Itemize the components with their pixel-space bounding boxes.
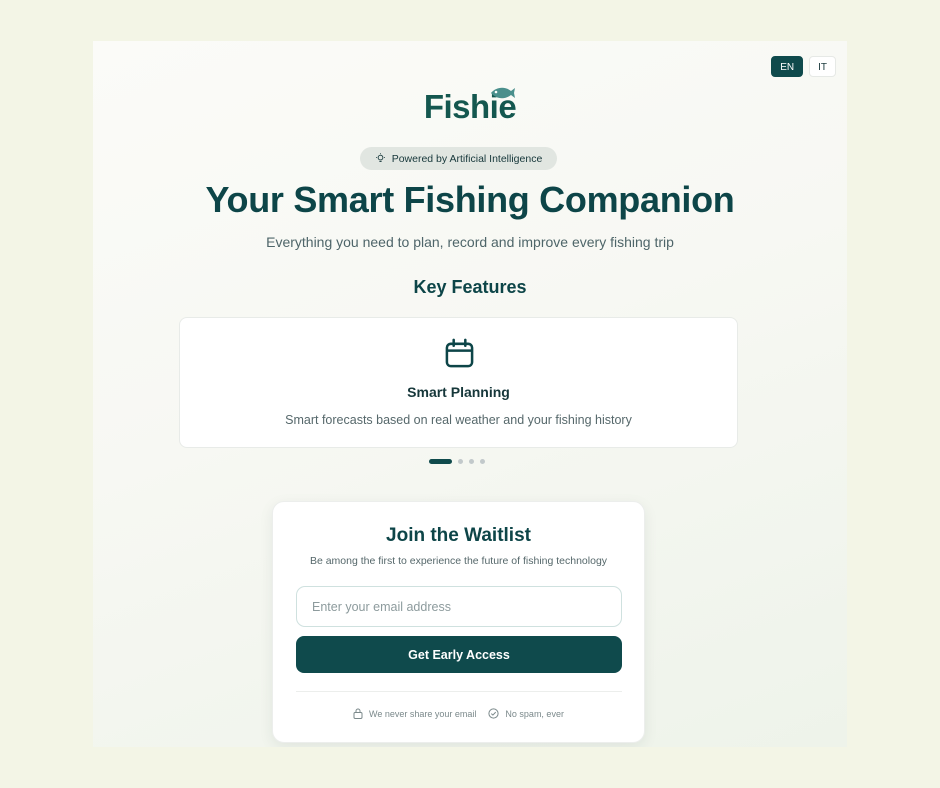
carousel-dot[interactable] xyxy=(469,459,474,464)
check-circle-icon xyxy=(488,708,500,719)
feature-title: Smart Planning xyxy=(407,384,510,400)
waitlist-notes: We never share your email No spam, ever xyxy=(273,708,644,719)
no-spam-note-text: No spam, ever xyxy=(505,708,564,719)
privacy-note: We never share your email xyxy=(353,708,476,719)
logo-text: Fishie xyxy=(423,87,517,125)
feature-card: Smart Planning Smart forecasts based on … xyxy=(179,317,738,448)
language-it-button[interactable]: IT xyxy=(809,56,836,77)
page-headline: Your Smart Fishing Companion xyxy=(205,179,735,220)
carousel-dot[interactable] xyxy=(458,459,463,464)
waitlist-card: Join the Waitlist Be among the first to … xyxy=(272,501,645,743)
fish-icon xyxy=(490,87,515,99)
carousel-dots xyxy=(429,459,485,464)
divider xyxy=(296,691,622,692)
ai-badge: Powered by Artificial Intelligence xyxy=(360,147,557,170)
privacy-note-text: We never share your email xyxy=(369,708,477,719)
lock-icon xyxy=(353,708,363,719)
language-en-button[interactable]: EN xyxy=(771,56,804,77)
page-subheadline: Everything you need to plan, record and … xyxy=(266,234,674,250)
carousel-dot[interactable] xyxy=(480,459,485,464)
waitlist-subtitle: Be among the first to experience the fut… xyxy=(309,555,608,567)
ai-badge-label: Powered by Artificial Intelligence xyxy=(391,152,543,165)
no-spam-note: No spam, ever xyxy=(488,708,564,719)
brand-logo: Fishie xyxy=(93,87,847,126)
features-title: Key Features xyxy=(413,277,527,297)
get-early-access-button[interactable]: Get Early Access xyxy=(296,636,622,673)
calendar-icon xyxy=(445,338,474,368)
lightbulb-icon xyxy=(375,153,385,162)
waitlist-title: Join the Waitlist xyxy=(386,525,531,546)
landing-page: EN IT Fishie Powered by Artificial Intel… xyxy=(93,41,847,747)
carousel-dot[interactable] xyxy=(429,459,452,464)
language-switch: EN IT xyxy=(771,56,836,77)
feature-description: Smart forecasts based on real weather an… xyxy=(285,413,632,427)
email-input[interactable] xyxy=(296,586,622,627)
